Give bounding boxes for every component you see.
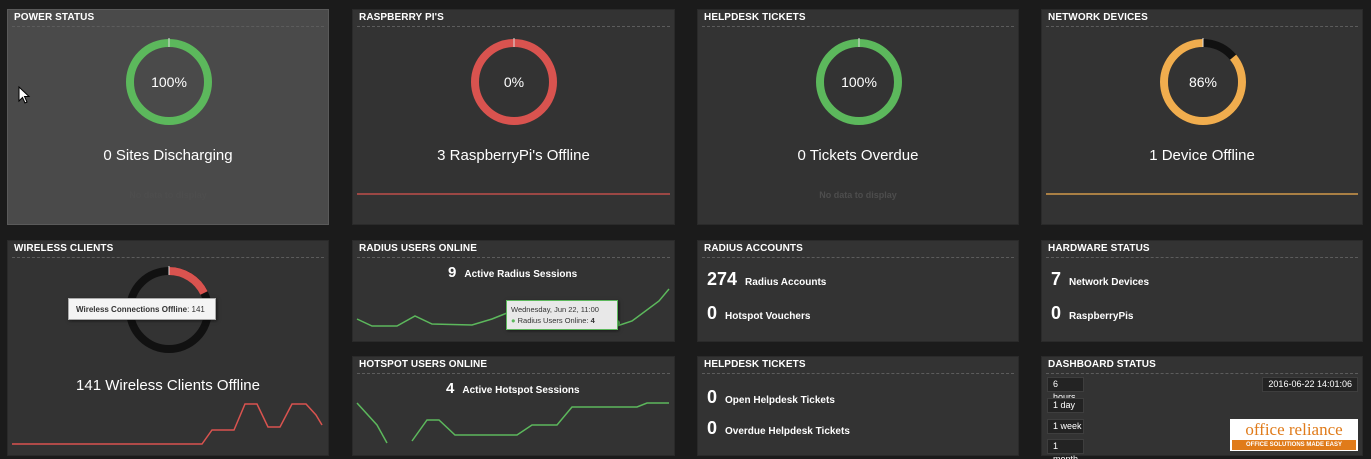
panel-title: WIRELESS CLIENTS <box>14 243 114 254</box>
raspberry-pis-count: 0 <box>1051 303 1062 323</box>
network-devices-count: 7 <box>1051 269 1062 289</box>
title-divider <box>702 26 1014 27</box>
power-status-panel: POWER STATUS 100% 0 Sites Discharging No… <box>7 9 329 225</box>
wireless-clients-panel: WIRELESS CLIENTS Wireless Connections Of… <box>7 240 329 456</box>
panel-title: RADIUS ACCOUNTS <box>704 243 803 254</box>
radius-accounts-stat: 274 Radius Accounts <box>707 269 826 290</box>
panel-title: HARDWARE STATUS <box>1048 243 1150 254</box>
hardware-status-panel: HARDWARE STATUS 7 Network Devices 0 Rasp… <box>1041 240 1363 342</box>
range-1-day-button[interactable]: 1 day <box>1047 398 1084 413</box>
open-tickets-count: 0 <box>707 387 718 407</box>
pi-caption: 3 RaspberryPi's Offline <box>437 147 590 164</box>
open-tickets-label: Open Helpdesk Tickets <box>725 395 835 406</box>
radius-accounts-label: Radius Accounts <box>745 277 827 288</box>
title-divider <box>357 257 670 258</box>
logo-text: office reliance <box>1245 420 1343 439</box>
panel-title: HELPDESK TICKETS <box>704 359 806 370</box>
title-divider <box>702 373 1014 374</box>
panel-title: RASPBERRY PI'S <box>359 12 444 23</box>
helpdesk-tickets-panel: HELPDESK TICKETS 100% 0 Tickets Overdue … <box>697 9 1019 225</box>
radius-sessions-label: Active Radius Sessions <box>464 269 578 280</box>
network-trend-line <box>1046 193 1358 195</box>
tooltip-series-row: ● Radius Users Online: 4 <box>511 315 617 326</box>
radius-accounts-count: 274 <box>707 269 738 289</box>
helpdesk-tickets-summary-panel: HELPDESK TICKETS 0 Open Helpdesk Tickets… <box>697 356 1019 456</box>
tooltip-value: 4 <box>590 316 595 325</box>
title-divider <box>1046 257 1358 258</box>
wireless-trend-line <box>12 403 323 445</box>
panel-title: HELPDESK TICKETS <box>704 12 806 23</box>
helpdesk-caption: 0 Tickets Overdue <box>797 147 919 164</box>
title-divider <box>1046 26 1358 27</box>
tooltip-date: Wednesday, Jun 22, 11:00 <box>511 305 599 314</box>
no-data-label: No data to display <box>129 190 207 200</box>
title-divider <box>357 26 670 27</box>
network-pct: 86% <box>1189 74 1217 90</box>
hotspot-vouchers-stat: 0 Hotspot Vouchers <box>707 303 810 324</box>
power-donut: 100% <box>126 38 212 125</box>
title-divider <box>1046 373 1358 374</box>
overdue-tickets-label: Overdue Helpdesk Tickets <box>725 426 850 437</box>
title-divider <box>12 26 324 27</box>
radius-sessions-stat: 9 Active Radius Sessions <box>448 264 577 281</box>
panel-title: HOTSPOT USERS ONLINE <box>359 359 488 370</box>
tooltip-value: : 141 <box>187 305 205 314</box>
radius-accounts-panel: RADIUS ACCOUNTS 274 Radius Accounts 0 Ho… <box>697 240 1019 342</box>
panel-title: NETWORK DEVICES <box>1048 12 1148 23</box>
network-devices-panel: NETWORK DEVICES 86% 1 Device Offline <box>1041 9 1363 225</box>
power-pct: 100% <box>151 74 187 90</box>
raspberry-pis-label: RaspberryPis <box>1069 311 1134 322</box>
radius-users-tooltip: Wednesday, Jun 22, 11:00 ● Radius Users … <box>506 300 618 330</box>
pi-donut: 0% <box>471 38 557 125</box>
radius-users-online-panel: RADIUS USERS ONLINE 9 Active Radius Sess… <box>352 240 675 342</box>
series-dot-icon: ● <box>511 316 518 325</box>
overdue-tickets-stat: 0 Overdue Helpdesk Tickets <box>707 418 850 439</box>
range-1-week-button[interactable]: 1 week <box>1047 419 1084 434</box>
raspberry-pi-panel: RASPBERRY PI'S 0% 3 RaspberryPi's Offlin… <box>352 9 675 225</box>
no-data-label: No data to display <box>819 190 897 200</box>
hotspot-users-chart <box>356 402 669 444</box>
title-divider <box>357 373 670 374</box>
pi-pct: 0% <box>504 74 524 90</box>
panel-title: RADIUS USERS ONLINE <box>359 243 478 254</box>
panel-title: DASHBOARD STATUS <box>1048 359 1156 370</box>
network-devices-stat: 7 Network Devices <box>1051 269 1149 290</box>
wireless-tooltip: Wireless Connections Offline: 141 <box>68 298 216 320</box>
helpdesk-pct: 100% <box>841 74 877 90</box>
pi-trend-line <box>357 193 670 195</box>
hotspot-vouchers-count: 0 <box>707 303 718 323</box>
hotspot-users-online-panel: HOTSPOT USERS ONLINE 4 Active Hotspot Se… <box>352 356 675 456</box>
tooltip-label: Wireless Connections Offline <box>76 305 188 314</box>
mouse-cursor-icon <box>18 85 31 104</box>
tooltip-series: Radius Users Online: <box>517 316 591 325</box>
power-caption: 0 Sites Discharging <box>103 147 233 164</box>
title-divider <box>702 257 1014 258</box>
network-caption: 1 Device Offline <box>1149 147 1255 164</box>
title-divider <box>12 257 324 258</box>
range-1-month-button[interactable]: 1 month <box>1047 439 1084 459</box>
last-updated-timestamp: 2016-06-22 14:01:06 <box>1262 377 1358 392</box>
raspberry-pis-stat: 0 RaspberryPis <box>1051 303 1134 324</box>
open-tickets-stat: 0 Open Helpdesk Tickets <box>707 387 835 408</box>
hotspot-vouchers-label: Hotspot Vouchers <box>725 311 811 322</box>
logo-tagline: OFFICE SOLUTIONS MADE EASY <box>1232 440 1356 450</box>
office-reliance-logo: office reliance OFFICE SOLUTIONS MADE EA… <box>1230 419 1358 451</box>
helpdesk-donut: 100% <box>816 38 902 125</box>
network-donut: 86% <box>1160 38 1246 125</box>
dashboard-status-panel: DASHBOARD STATUS 6 hours 1 day 1 week 1 … <box>1041 356 1363 459</box>
radius-sessions-count: 9 <box>448 264 457 281</box>
panel-title: POWER STATUS <box>14 12 95 23</box>
range-6-hours-button[interactable]: 6 hours <box>1047 377 1084 402</box>
overdue-tickets-count: 0 <box>707 418 718 438</box>
network-devices-label: Network Devices <box>1069 277 1150 288</box>
